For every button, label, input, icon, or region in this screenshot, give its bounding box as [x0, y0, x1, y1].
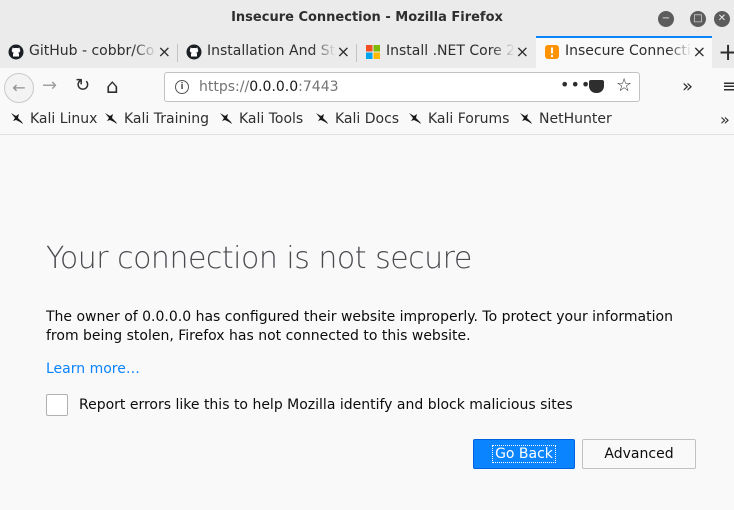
bookmark-label: Kali Tools [239, 111, 304, 127]
site-info-icon[interactable]: i [175, 80, 189, 94]
tab-fade [133, 36, 157, 68]
window-title: Insecure Connection - Mozilla Firefox [231, 10, 503, 25]
reload-button[interactable]: ↻ [75, 76, 90, 96]
kali-dragon-icon [220, 113, 232, 124]
close-tab-icon[interactable]: × [337, 42, 350, 61]
bookmark-label: Kali Docs [335, 111, 400, 127]
home-button[interactable]: ⌂ [106, 76, 119, 96]
tab-installation[interactable]: Installation And St × [178, 36, 356, 68]
close-tab-icon[interactable]: × [516, 42, 529, 61]
tab-github-cobbr[interactable]: GitHub - cobbr/Co × [0, 36, 177, 68]
microsoft-icon [366, 45, 380, 59]
toolbar-overflow-button[interactable]: » [682, 76, 693, 97]
report-errors-label[interactable]: Report errors like this to help Mozilla … [79, 397, 573, 413]
bookmark-kali-tools[interactable]: Kali Tools [219, 111, 303, 127]
url-bar[interactable]: i https://0.0.0.0:7443 ••• ☆ [164, 72, 640, 102]
url-scheme: https:// [199, 79, 250, 95]
url-text[interactable]: https://0.0.0.0:7443 [199, 79, 339, 95]
tab-install-net-core[interactable]: Install .NET Core 2 × [357, 36, 535, 68]
bookmarks-overflow-button[interactable]: » [720, 110, 730, 129]
warning-icon [545, 45, 559, 59]
url-port: :7443 [298, 79, 339, 95]
page-actions-button[interactable]: ••• [560, 75, 591, 94]
close-tab-icon[interactable]: × [693, 42, 706, 61]
bookmark-star-icon[interactable]: ☆ [616, 75, 632, 96]
hamburger-menu-button[interactable]: ≡ [722, 76, 734, 97]
title-bar: Insecure Connection - Mozilla Firefox − … [0, 0, 734, 36]
tab-fade [312, 36, 336, 68]
new-tab-button[interactable]: + [718, 38, 734, 66]
bookmark-label: Kali Linux [30, 111, 98, 127]
report-errors-checkbox[interactable] [46, 394, 68, 416]
bookmark-nethunter[interactable]: NetHunter [519, 111, 612, 127]
back-button[interactable]: ← [4, 73, 34, 103]
bookmark-label: Kali Training [124, 111, 209, 127]
url-host: 0.0.0.0 [249, 79, 299, 95]
close-window-button[interactable]: ✕ [714, 11, 730, 27]
error-page: Your connection is not secure The owner … [0, 135, 734, 510]
error-description: The owner of 0.0.0.0 has configured thei… [46, 309, 673, 344]
tab-fade [491, 36, 515, 68]
tab-strip: GitHub - cobbr/Co × Installation And St … [0, 36, 734, 69]
tab-fade [668, 38, 692, 68]
kali-dragon-icon [409, 113, 421, 124]
github-icon [8, 44, 24, 60]
bookmark-kali-training[interactable]: Kali Training [104, 111, 209, 127]
kali-dragon-icon [520, 113, 532, 124]
navigation-toolbar: ← → ↻ ⌂ i https://0.0.0.0:7443 ••• ☆ » ≡ [0, 68, 734, 106]
bookmarks-toolbar: Kali Linux Kali Training Kali Tools Kali… [0, 106, 734, 135]
pocket-icon[interactable] [589, 80, 604, 93]
error-title: Your connection is not secure [46, 241, 472, 276]
maximize-button[interactable]: □ [690, 11, 706, 27]
minimize-button[interactable]: − [658, 11, 674, 27]
tab-insecure-connection[interactable]: Insecure Connecti × [536, 36, 712, 68]
bookmark-kali-linux[interactable]: Kali Linux [10, 111, 97, 127]
bookmark-kali-forums[interactable]: Kali Forums [408, 111, 509, 127]
bookmark-label: Kali Forums [428, 111, 510, 127]
advanced-button[interactable]: Advanced [582, 439, 696, 469]
kali-dragon-icon [105, 113, 117, 124]
go-back-label: Go Back [492, 445, 556, 463]
bookmark-kali-docs[interactable]: Kali Docs [315, 111, 399, 127]
bookmark-label: NetHunter [539, 111, 612, 127]
github-icon [186, 44, 202, 60]
kali-dragon-icon [316, 113, 328, 124]
close-tab-icon[interactable]: × [158, 42, 171, 61]
kali-dragon-icon [11, 113, 23, 124]
learn-more-link[interactable]: Learn more… [46, 361, 140, 377]
forward-button[interactable]: → [42, 76, 57, 96]
go-back-button[interactable]: Go Back [473, 439, 575, 469]
